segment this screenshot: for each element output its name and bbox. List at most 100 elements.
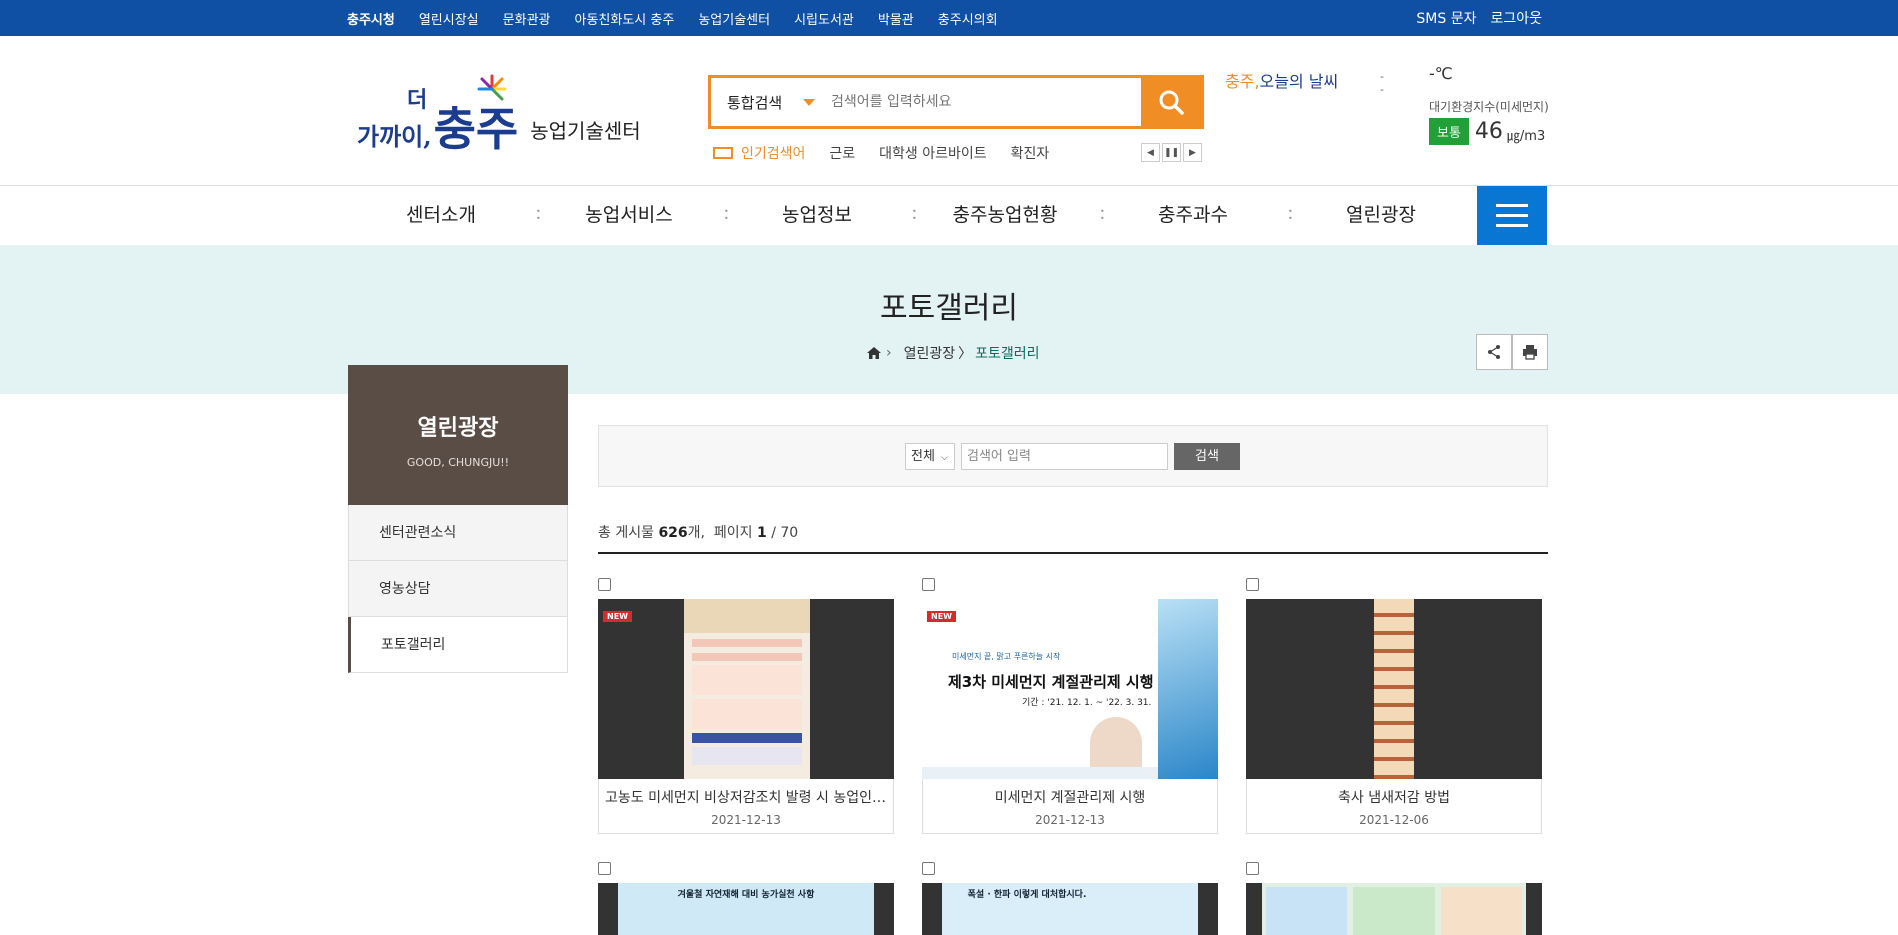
weather-label: 오늘의 날씨 — [1259, 72, 1339, 91]
gallery-caption: 미세먼지 계절관리제 시행 2021-12-13 — [922, 779, 1218, 834]
pause-keyword-button[interactable]: ❚❚ — [1162, 143, 1181, 162]
link-library[interactable]: 시립도서관 — [794, 9, 854, 28]
gallery-date: 2021-12-06 — [1359, 813, 1429, 827]
sub-visual: 포토갤러리 › 열린광장 〉 포토갤러리 — [0, 245, 1898, 394]
gallery-card[interactable] — [1246, 862, 1542, 935]
link-museum[interactable]: 박물관 — [878, 9, 914, 28]
gallery-card[interactable]: 겨울철 자연재해 대비 농가실천 사항 — [598, 862, 894, 935]
side-menu: 열린광장 GOOD, CHUNGJU!! 센터관련소식 영농상담 포토갤러리 — [348, 365, 568, 673]
poster-period: 기간 : '21. 12. 1. ~ '22. 3. 31. — [1022, 698, 1152, 708]
new-badge: NEW — [927, 611, 956, 622]
board-search-input[interactable]: 검색어 입력 — [961, 443, 1168, 470]
gallery-thumbnail[interactable] — [1246, 599, 1542, 779]
chevron-down-icon — [803, 99, 815, 106]
prev-keyword-button[interactable]: ◀ — [1141, 143, 1160, 162]
family-site-links: 충주시청 열린시장실 문화관광 아동친화도시 충주 농업기술센터 시립도서관 박… — [347, 0, 1022, 36]
gallery-thumbnail[interactable]: 겨울철 자연재해 대비 농가실천 사항 — [598, 883, 894, 935]
nav-agri-status[interactable]: 충주농업현황 — [911, 186, 1099, 245]
gallery-thumbnail[interactable]: 미세먼지 끝, 맑고 푸른하늘 시작 제3차 미세먼지 계절관리제 시행 기간 … — [922, 599, 1218, 779]
gallery-title[interactable]: 미세먼지 계절관리제 시행 — [929, 787, 1211, 807]
search-button[interactable] — [1141, 78, 1201, 126]
logo-slogan-b: 더 — [407, 87, 428, 113]
side-item-photo-gallery[interactable]: 포토갤러리 — [348, 617, 568, 673]
nav-open-plaza[interactable]: 열린광장 — [1287, 186, 1475, 245]
keyword-rolling-controls: ◀ ❚❚ ▶ — [1141, 143, 1204, 162]
integrated-search: 통합검색 — [708, 75, 1204, 129]
poster-decoration — [1158, 599, 1218, 779]
breadcrumb-separator: 〉 — [958, 346, 973, 362]
side-item-farm-consult[interactable]: 영농상담 — [348, 561, 568, 617]
nav-agri-info[interactable]: 농업정보 — [723, 186, 911, 245]
print-button[interactable] — [1512, 334, 1548, 370]
search-scope-value: 전체 — [911, 449, 935, 464]
breadcrumb: › 열린광장 〉 포토갤러리 — [866, 343, 1040, 363]
search-scope-select[interactable]: 전체 ⌵ — [905, 443, 955, 470]
temperature: -℃ — [1429, 64, 1453, 83]
board-search: 전체 ⌵ 검색어 입력 검색 — [598, 425, 1548, 487]
select-checkbox[interactable] — [922, 578, 935, 591]
count-prefix: 총 게시물 — [598, 525, 654, 541]
board-search-button[interactable]: 검색 — [1174, 443, 1240, 470]
hamburger-icon — [1496, 204, 1528, 207]
nav-center-intro[interactable]: 센터소개 — [347, 186, 535, 245]
link-child-friendly[interactable]: 아동친화도시 충주 — [575, 9, 675, 28]
post-count: 총 게시물 626개, 페이지 1 / 70 — [598, 522, 798, 542]
gallery-card[interactable]: NEW 고농도 미세먼지 비상저감조치 발령 시 농업인 행동요령 2021-1… — [598, 578, 894, 834]
search-input[interactable] — [823, 78, 1141, 126]
sms-link[interactable]: SMS 문자 — [1416, 8, 1476, 28]
search-category-select[interactable]: 통합검색 — [711, 78, 823, 126]
keyword-link[interactable]: 근로 — [829, 143, 855, 163]
logo-center-name: 농업기술센터 — [530, 119, 641, 143]
weather-title: 충주,오늘의 날씨 — [1225, 68, 1338, 92]
keyword-link[interactable]: 대학생 아르바이트 — [879, 143, 987, 163]
poster-headline: 제3차 미세먼지 계절관리제 시행 — [948, 673, 1154, 691]
site-logo[interactable]: 가까이, 더 충주 농업기술센터 — [357, 74, 641, 152]
select-checkbox[interactable] — [598, 578, 611, 591]
gallery-thumbnail[interactable]: NEW — [598, 599, 894, 779]
select-checkbox[interactable] — [922, 862, 935, 875]
side-item-center-news[interactable]: 센터관련소식 — [348, 505, 568, 561]
gallery-title[interactable]: 고농도 미세먼지 비상저감조치 발령 시 농업인 행동요령 — [605, 787, 887, 807]
poster-child-figure — [1090, 717, 1142, 773]
weather-img-alt-2: - — [1380, 83, 1384, 96]
link-city-council[interactable]: 충주시의회 — [938, 9, 998, 28]
gallery-thumbnail[interactable]: 폭설 · 한파 이렇게 대처합시다. — [922, 883, 1218, 935]
gallery-card[interactable]: 폭설 · 한파 이렇게 대처합시다. — [922, 862, 1218, 935]
new-badge: NEW — [603, 611, 632, 622]
home-icon[interactable] — [866, 346, 882, 360]
select-checkbox[interactable] — [598, 862, 611, 875]
gallery-card[interactable]: 미세먼지 끝, 맑고 푸른하늘 시작 제3차 미세먼지 계절관리제 시행 기간 … — [922, 578, 1218, 834]
gallery-thumbnail[interactable] — [1246, 883, 1542, 935]
gallery-card[interactable]: 축사 냄새저감 방법 2021-12-06 — [1246, 578, 1542, 834]
page-title: 포토갤러리 — [880, 291, 1018, 326]
link-chungju-city[interactable]: 충주시청 — [347, 9, 395, 28]
gallery-date: 2021-12-13 — [711, 813, 781, 827]
share-button[interactable] — [1476, 334, 1512, 370]
air-unit: ㎍/m3 — [1506, 129, 1546, 144]
keyword-link[interactable]: 확진자 — [1011, 143, 1050, 163]
link-agri-center[interactable]: 농업기술센터 — [698, 9, 770, 28]
page-label: 페이지 — [713, 525, 753, 541]
link-culture-tour[interactable]: 문화관광 — [503, 9, 551, 28]
next-keyword-button[interactable]: ▶ — [1183, 143, 1202, 162]
poster-tagline: 미세먼지 끝, 맑고 푸른하늘 시작 — [952, 652, 1061, 661]
poster-image — [1262, 883, 1526, 935]
select-checkbox[interactable] — [1246, 862, 1259, 875]
select-checkbox[interactable] — [1246, 578, 1259, 591]
link-mayor-office[interactable]: 열린시장실 — [419, 9, 479, 28]
gallery-title[interactable]: 축사 냄새저감 방법 — [1253, 787, 1535, 807]
logout-link[interactable]: 로그아웃 — [1490, 8, 1542, 28]
hamburger-icon — [1496, 214, 1528, 217]
breadcrumb-parent[interactable]: 열린광장 — [904, 343, 956, 363]
chevron-right-icon: › — [886, 345, 892, 361]
air-quality-label: 대기환경지수(미세먼지) — [1429, 100, 1549, 114]
nav-fruit[interactable]: 충주과수 — [1099, 186, 1287, 245]
weather-city: 충주, — [1225, 72, 1260, 91]
site-header: 가까이, 더 충주 농업기술센터 통합검색 검색어를 입력하세요 인기검색어 근… — [0, 36, 1898, 186]
search-icon — [1159, 90, 1184, 115]
current-page: 1 — [757, 525, 767, 541]
nav-agri-service[interactable]: 농업서비스 — [535, 186, 723, 245]
page-tools — [1476, 334, 1548, 370]
all-menu-button[interactable] — [1477, 186, 1547, 245]
count-suffix: 개, — [687, 525, 706, 541]
